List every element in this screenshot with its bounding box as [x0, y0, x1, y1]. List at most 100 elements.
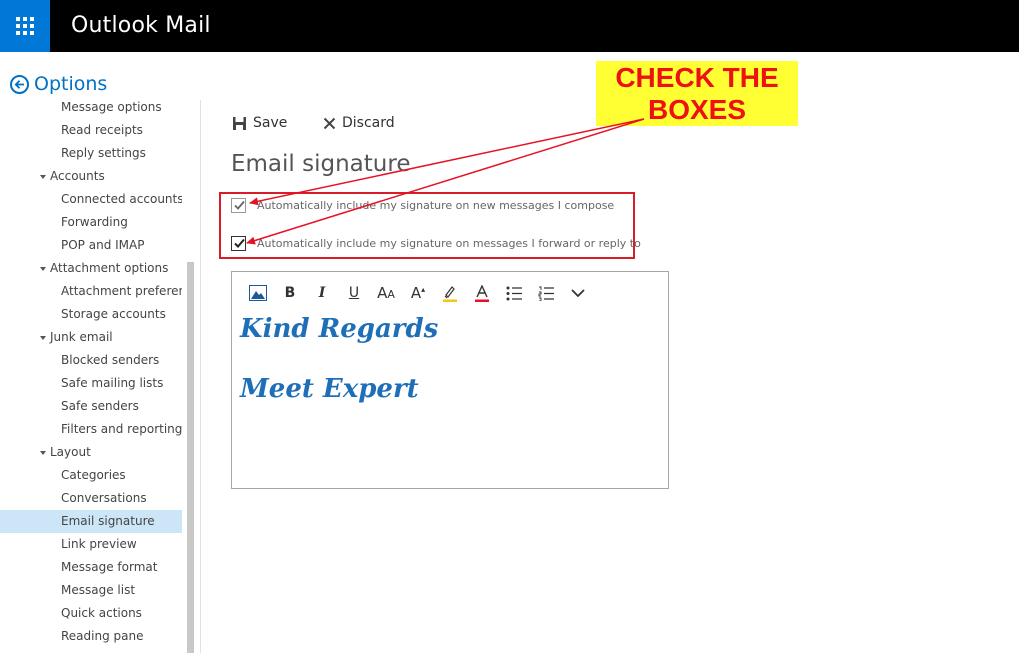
sidebar-item-read-receipts[interactable]: Read receipts	[0, 119, 182, 142]
sidebar-item-message-format[interactable]: Message format	[0, 556, 182, 579]
sidebar-item-attachment-preference[interactable]: Attachment preference	[0, 280, 182, 303]
sidebar-item-label: Message options	[61, 100, 162, 114]
sidebar-item-label: Accounts	[50, 169, 105, 183]
grow-font-button[interactable]: A▴	[402, 282, 434, 304]
picture-icon	[249, 285, 267, 301]
sidebar-item-label: Layout	[50, 445, 91, 459]
sidebar-item-label: Link preview	[61, 537, 137, 551]
underline-icon: U	[348, 285, 360, 301]
sidebar-item-label: Blocked senders	[61, 353, 160, 367]
sidebar-item-label: Filters and reporting	[61, 422, 182, 436]
font-color-button[interactable]	[466, 282, 498, 304]
sidebar-item-label: Junk email	[50, 330, 113, 344]
checkmark-icon	[234, 200, 245, 210]
sidebar-item-label: Safe mailing lists	[61, 376, 164, 390]
sidebar-item-reading-pane[interactable]: Reading pane	[0, 625, 182, 648]
bullet-list-icon	[506, 286, 522, 300]
auto-signature-new-label: Automatically include my signature on ne…	[257, 199, 615, 212]
sidebar-item-filters-and-reporting[interactable]: Filters and reporting	[0, 418, 182, 441]
discard-label: Discard	[342, 115, 395, 131]
sidebar-item-label: Attachment preference	[61, 284, 182, 298]
sidebar-item-message-list[interactable]: Message list	[0, 579, 182, 602]
sidebar-item-label: Reading pane	[61, 629, 144, 643]
sidebar-item-label: Safe senders	[61, 399, 139, 413]
save-icon	[233, 116, 246, 130]
italic-icon: I	[318, 285, 326, 301]
collapse-triangle-icon	[40, 266, 46, 271]
collapse-triangle-icon	[40, 335, 46, 340]
collapse-triangle-icon	[40, 450, 46, 455]
save-label: Save	[253, 115, 288, 131]
top-bar: Outlook Mail	[0, 0, 1019, 52]
sidebar-item-label: POP and IMAP	[61, 238, 145, 252]
formatting-toolbar: B I U AA A▴	[242, 282, 594, 304]
signature-editor[interactable]: B I U AA A▴ Kind Regards Meet Expert	[231, 271, 669, 489]
sidebar-item-label: Quick actions	[61, 606, 142, 620]
bullets-button[interactable]	[498, 282, 530, 304]
bold-icon: B	[284, 285, 296, 301]
sidebar-item-storage-accounts[interactable]: Storage accounts	[0, 303, 182, 326]
sidebar-item-label: Categories	[61, 468, 126, 482]
sidebar-item-conversations[interactable]: Conversations	[0, 487, 182, 510]
sidebar-item-label: Message format	[61, 560, 158, 574]
sidebar-item-safe-mailing-lists[interactable]: Safe mailing lists	[0, 372, 182, 395]
sidebar-item-forwarding[interactable]: Forwarding	[0, 211, 182, 234]
signature-line: Kind Regards	[240, 314, 439, 344]
sidebar-item-label: Attachment options	[50, 261, 169, 275]
sidebar-group-attachment-options[interactable]: Attachment options	[0, 257, 182, 280]
options-label: Options	[34, 73, 108, 95]
sidebar-group-junk-email[interactable]: Junk email	[0, 326, 182, 349]
discard-button[interactable]: Discard	[323, 115, 395, 131]
options-back-link[interactable]: Options	[10, 73, 107, 95]
bold-button[interactable]: B	[274, 282, 306, 304]
pane-divider	[200, 100, 201, 653]
more-formatting-button[interactable]	[562, 282, 594, 304]
back-arrow-icon	[10, 74, 29, 94]
font-size-button[interactable]: AA	[370, 282, 402, 304]
checkmark-icon	[234, 238, 245, 248]
sidebar-item-message-options[interactable]: Message options	[0, 96, 182, 119]
page-title: Email signature	[231, 151, 411, 177]
auto-signature-new-checkbox[interactable]	[231, 198, 246, 213]
sidebar-item-quick-actions[interactable]: Quick actions	[0, 602, 182, 625]
sidebar-item-categories[interactable]: Categories	[0, 464, 182, 487]
numbered-list-icon	[538, 286, 554, 301]
sidebar-item-connected-accounts[interactable]: Connected accounts	[0, 188, 182, 211]
sidebar-item-label: Reply settings	[61, 146, 146, 160]
app-launcher-icon[interactable]	[0, 0, 50, 52]
font-color-icon	[475, 284, 489, 302]
sidebar-item-email-signature[interactable]: Email signature	[0, 510, 182, 533]
sidebar-item-reply-settings[interactable]: Reply settings	[0, 142, 182, 165]
numbering-button[interactable]	[530, 282, 562, 304]
app-title: Outlook Mail	[71, 13, 211, 38]
font-size-icon: AA	[377, 284, 395, 302]
annotation-callout: CHECK THE BOXES	[596, 61, 798, 126]
sidebar-item-label: Forwarding	[61, 215, 128, 229]
auto-signature-reply-row[interactable]: Automatically include my signature on me…	[231, 236, 641, 251]
sidebar-item-pop-and-imap[interactable]: POP and IMAP	[0, 234, 182, 257]
sidebar-item-safe-senders[interactable]: Safe senders	[0, 395, 182, 418]
auto-signature-reply-checkbox[interactable]	[231, 236, 246, 251]
highlighter-icon	[443, 285, 457, 302]
auto-signature-new-row[interactable]: Automatically include my signature on ne…	[231, 198, 614, 213]
callout-line: CHECK THE	[615, 62, 779, 93]
signature-line: Meet Expert	[240, 374, 419, 404]
options-nav-list: Message options Read receipts Reply settin…	[0, 96, 182, 648]
save-button[interactable]: Save	[232, 115, 287, 131]
insert-picture-button[interactable]	[242, 282, 274, 304]
sidebar-item-label: Connected accounts	[61, 192, 182, 206]
underline-button[interactable]: U	[338, 282, 370, 304]
sidebar-group-layout[interactable]: Layout	[0, 441, 182, 464]
sidebar-item-link-preview[interactable]: Link preview	[0, 533, 182, 556]
italic-button[interactable]: I	[306, 282, 338, 304]
highlight-button[interactable]	[434, 282, 466, 304]
sidebar-item-label: Storage accounts	[61, 307, 166, 321]
sidebar-scrollbar-thumb[interactable]	[187, 262, 194, 653]
collapse-triangle-icon	[40, 174, 46, 179]
sidebar-item-blocked-senders[interactable]: Blocked senders	[0, 349, 182, 372]
sidebar-item-label: Conversations	[61, 491, 147, 505]
auto-signature-reply-label: Automatically include my signature on me…	[257, 237, 641, 250]
grow-font-icon: A▴	[410, 284, 426, 302]
sidebar-item-label: Email signature	[61, 514, 155, 528]
sidebar-group-accounts[interactable]: Accounts	[0, 165, 182, 188]
